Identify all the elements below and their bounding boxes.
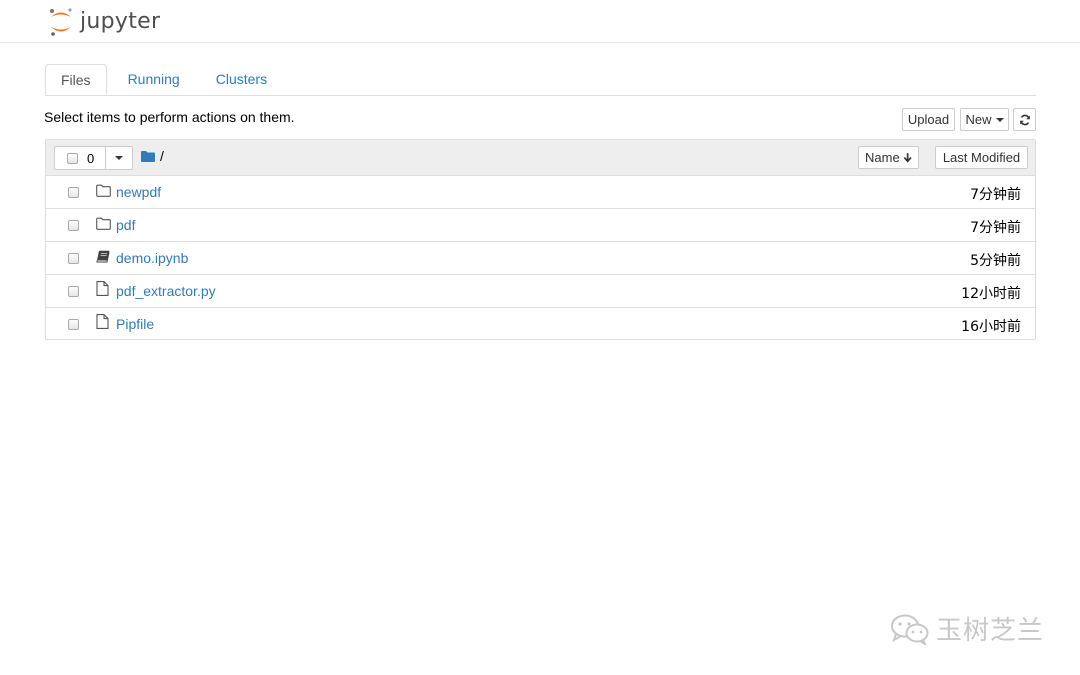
select-all-button[interactable]: 0	[54, 146, 106, 170]
jupyter-logo[interactable]: jupyter	[48, 6, 160, 38]
breadcrumb: /	[141, 148, 164, 164]
logo-text: jupyter	[80, 8, 161, 34]
select-control: 0	[54, 146, 133, 170]
item-checkbox[interactable]	[68, 286, 79, 297]
folder-icon	[96, 184, 111, 197]
select-all-checkbox[interactable]	[67, 152, 78, 164]
file-list: 0 / Name Last Modified newpdf 7分钟前 pdf 7…	[45, 139, 1036, 340]
upload-button[interactable]: Upload	[902, 108, 955, 131]
list-item[interactable]: pdf_extractor.py 12小时前	[46, 275, 1035, 308]
item-modified: 12小时前	[961, 286, 1021, 302]
list-item[interactable]: Pipfile 16小时前	[46, 308, 1035, 341]
top-header: jupyter	[0, 0, 1080, 43]
refresh-button[interactable]	[1013, 108, 1036, 131]
list-item[interactable]: newpdf 7分钟前	[46, 176, 1035, 209]
file-icon	[96, 314, 109, 329]
tab-bar: Files Running Clusters	[45, 64, 1036, 96]
item-checkbox[interactable]	[68, 187, 79, 198]
selected-count: 0	[87, 150, 95, 166]
jupyter-logo-icon	[50, 8, 72, 36]
item-checkbox[interactable]	[68, 253, 79, 264]
watermark: 玉树芝兰	[890, 610, 1044, 647]
refresh-icon	[1019, 114, 1030, 125]
item-name-link[interactable]: pdf	[116, 217, 135, 233]
item-name-link[interactable]: pdf_extractor.py	[116, 283, 216, 299]
sort-name-label: Name	[865, 150, 900, 165]
wechat-icon	[891, 614, 929, 645]
folder-icon[interactable]	[141, 150, 155, 162]
tab-clusters[interactable]: Clusters	[201, 64, 282, 94]
sort-by-name-button[interactable]: Name	[858, 146, 919, 169]
select-dropdown-button[interactable]	[106, 146, 133, 170]
item-name-link[interactable]: newpdf	[116, 184, 161, 200]
item-checkbox[interactable]	[68, 220, 79, 231]
watermark-text: 玉树芝兰	[936, 616, 1045, 646]
item-checkbox[interactable]	[68, 319, 79, 330]
arrow-down-icon	[903, 153, 912, 163]
list-item[interactable]: pdf 7分钟前	[46, 209, 1035, 242]
tab-running[interactable]: Running	[113, 64, 195, 94]
item-modified: 7分钟前	[970, 220, 1021, 236]
item-name-link[interactable]: Pipfile	[116, 316, 154, 332]
item-name-link[interactable]: demo.ipynb	[116, 250, 188, 266]
new-dropdown-button[interactable]: New	[960, 108, 1009, 131]
folder-icon	[96, 217, 111, 230]
item-modified: 7分钟前	[970, 187, 1021, 203]
new-label: New	[965, 112, 992, 127]
instructions-text: Select items to perform actions on them.	[44, 109, 295, 125]
upload-label: Upload	[907, 112, 950, 127]
tab-files[interactable]: Files	[45, 64, 107, 95]
caret-down-icon	[115, 156, 123, 160]
breadcrumb-root[interactable]: /	[160, 148, 164, 164]
list-item[interactable]: demo.ipynb 5分钟前	[46, 242, 1035, 275]
sort-by-last-modified-button[interactable]: Last Modified	[935, 146, 1028, 169]
item-modified: 5分钟前	[970, 253, 1021, 269]
sort-modified-label: Last Modified	[942, 150, 1021, 165]
file-list-header: 0 / Name Last Modified	[46, 140, 1035, 176]
caret-down-icon	[995, 117, 1004, 122]
item-modified: 16小时前	[961, 319, 1021, 335]
file-icon	[96, 281, 109, 296]
notebook-icon	[96, 250, 110, 263]
